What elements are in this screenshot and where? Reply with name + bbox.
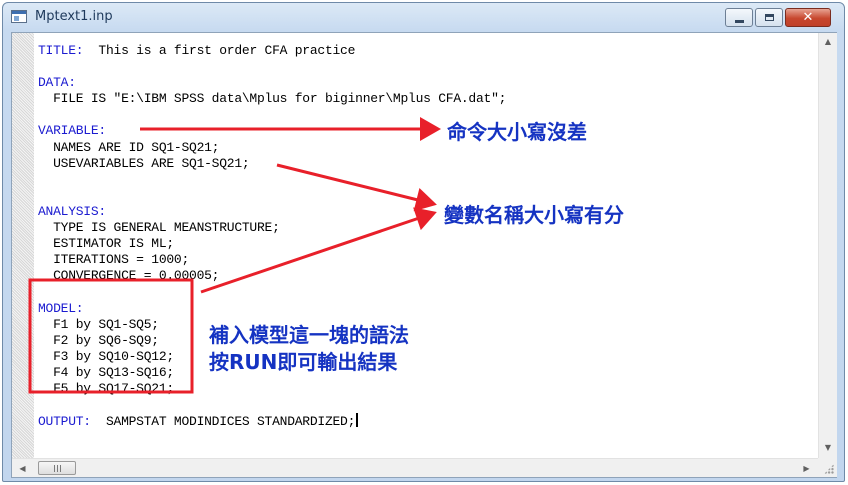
annotation-case-insensitive: 命令大小寫沒差 [447, 120, 587, 144]
title-bar[interactable]: Mptext1.inp ✕ [3, 3, 844, 31]
code-text: SAMPSTAT MODINDICES STANDARDIZED; [90, 414, 356, 430]
horizontal-scrollbar[interactable]: ◀ ▶ [12, 458, 818, 477]
code-line[interactable]: ANALYSIS: [38, 204, 808, 220]
scroll-up-arrow-icon[interactable]: ▲ [819, 33, 837, 50]
code-text: TYPE IS GENERAL MEANSTRUCTURE; [38, 220, 280, 236]
code-line[interactable]: F3 by SQ10-SQ12; [38, 349, 808, 365]
client-area: TITLE: This is a first order CFA practic… [11, 32, 837, 478]
code-line[interactable] [38, 284, 808, 300]
editor-window: Mptext1.inp ✕ TITLE: This is a first ord… [2, 2, 845, 482]
code-line[interactable]: CONVERGENCE = 0.00005; [38, 268, 808, 284]
code-line[interactable]: TITLE: This is a first order CFA practic… [38, 43, 808, 59]
code-line[interactable] [38, 172, 808, 188]
left-margin-gutter [12, 33, 34, 458]
code-text: F3 by SQ10-SQ12; [38, 348, 174, 364]
code-text: F2 by SQ6-SQ9; [38, 332, 159, 348]
code-text: F4 by SQ13-SQ16; [38, 364, 174, 380]
horizontal-scroll-thumb[interactable] [38, 461, 76, 475]
code-text: NAMES ARE ID SQ1-SQ21; [38, 139, 220, 155]
vertical-scrollbar[interactable]: ▲ ▼ [818, 33, 837, 458]
window-title: Mptext1.inp [35, 9, 113, 24]
code-line[interactable] [38, 188, 808, 204]
code-keyword: MODEL: [38, 300, 84, 316]
app-window-icon[interactable] [11, 10, 27, 23]
close-icon: ✕ [802, 10, 814, 25]
scroll-down-arrow-icon[interactable]: ▼ [819, 439, 837, 456]
code-line[interactable]: ITERATIONS = 1000; [38, 252, 808, 268]
minimize-icon [734, 19, 744, 23]
annotation-model-line1: 補入模型這一塊的語法 [209, 323, 409, 347]
code-line[interactable]: FILE IS "E:\IBM SPSS data\Mplus for bigi… [38, 91, 808, 107]
code-line[interactable]: TYPE IS GENERAL MEANSTRUCTURE; [38, 220, 808, 236]
code-text: USEVARIABLES ARE SQ1-SQ21; [38, 155, 250, 171]
close-button[interactable]: ✕ [785, 8, 831, 27]
annotation-case-sensitive: 變數名稱大小寫有分 [444, 203, 624, 227]
maximize-icon [764, 14, 774, 21]
maximize-button[interactable] [755, 8, 783, 27]
code-line[interactable] [38, 59, 808, 75]
code-keyword: OUTPUT: [38, 414, 91, 430]
scroll-right-arrow-icon[interactable]: ▶ [798, 459, 815, 477]
code-keyword: DATA: [38, 75, 76, 91]
code-text: F5 by SQ17-SQ21; [38, 380, 174, 396]
text-caret [356, 413, 359, 428]
code-line[interactable]: MODEL: [38, 301, 808, 317]
code-line[interactable]: NAMES ARE ID SQ1-SQ21; [38, 140, 808, 156]
code-keyword: VARIABLE: [38, 123, 106, 139]
grip-icon [53, 464, 61, 472]
code-line[interactable]: F1 by SQ1-SQ5; [38, 317, 808, 333]
code-line[interactable]: DATA: [38, 75, 808, 91]
code-line[interactable]: F5 by SQ17-SQ21; [38, 381, 808, 397]
text-editor[interactable]: TITLE: This is a first order CFA practic… [38, 43, 808, 455]
code-line[interactable]: ESTIMATOR IS ML; [38, 236, 808, 252]
code-text: FILE IS "E:\IBM SPSS data\Mplus for bigi… [38, 91, 507, 107]
code-line[interactable] [38, 397, 808, 413]
code-text: This is a first order CFA practice [83, 43, 356, 58]
code-text: ESTIMATOR IS ML; [38, 236, 174, 252]
code-line[interactable]: F2 by SQ6-SQ9; [38, 333, 808, 349]
code-text: CONVERGENCE = 0.00005; [38, 268, 220, 284]
scroll-left-arrow-icon[interactable]: ◀ [14, 459, 31, 477]
code-line[interactable] [38, 107, 808, 123]
code-keyword: TITLE: [38, 43, 84, 58]
annotation-model-line2: 按RUN即可輸出結果 [209, 350, 398, 374]
code-line[interactable]: USEVARIABLES ARE SQ1-SQ21; [38, 156, 808, 172]
minimize-button[interactable] [725, 8, 753, 27]
code-text: ITERATIONS = 1000; [38, 252, 190, 268]
code-keyword: ANALYSIS: [38, 203, 106, 219]
code-line[interactable]: OUTPUT: SAMPSTAT MODINDICES STANDARDIZED… [38, 413, 808, 429]
code-text: F1 by SQ1-SQ5; [38, 316, 159, 332]
code-line[interactable]: VARIABLE: [38, 123, 808, 139]
resize-grip-icon[interactable] [818, 458, 837, 477]
code-line[interactable]: F4 by SQ13-SQ16; [38, 365, 808, 381]
